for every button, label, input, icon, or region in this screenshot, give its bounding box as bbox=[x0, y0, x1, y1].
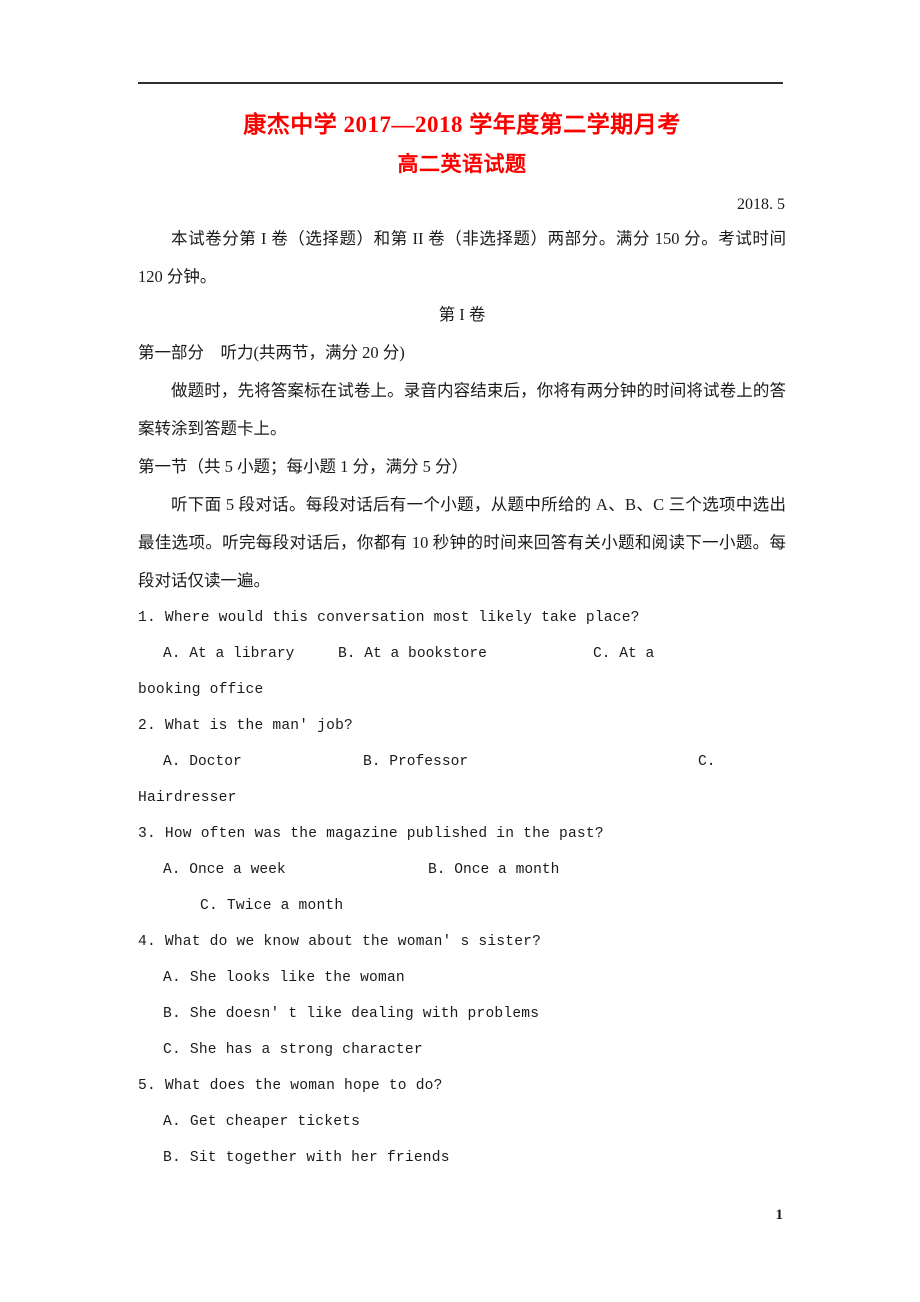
section-marker-juan-one: 第 I 卷 bbox=[438, 305, 486, 324]
question-1-option-c[interactable]: C. At a bbox=[593, 636, 654, 672]
document-date: 2018. 5 bbox=[737, 196, 785, 213]
question-1-options-row: A. At a library B. At a bookstore C. At … bbox=[138, 636, 786, 672]
part-one-instruction: 做题时，先将答案标在试卷上。录音内容结束后，你将有两分钟的时间将试卷上的答案转涂… bbox=[138, 381, 786, 438]
exam-paper-page: 康杰中学 2017—2018 学年度第二学期月考 高二英语试题 2018. 5 … bbox=[0, 0, 920, 1302]
question-3-stem: 3. How often was the magazine published … bbox=[138, 826, 604, 842]
question-2-options-row: A. Doctor B. Professor C. bbox=[138, 744, 786, 780]
page-subtitle: 高二英语试题 bbox=[397, 152, 527, 176]
question-5-stem: 5. What does the woman hope to do? bbox=[138, 1078, 443, 1094]
section-one-instruction: 听下面 5 段对话。每段对话后有一个小题，从题中所给的 A、B、C 三个选项中选… bbox=[138, 495, 786, 590]
question-3-option-c[interactable]: C. Twice a month bbox=[138, 888, 786, 924]
question-5-option-a[interactable]: A. Get cheaper tickets bbox=[138, 1104, 786, 1140]
part-one-heading: 第一部分 听力(共两节，满分 20 分) bbox=[138, 343, 405, 362]
page-number: 1 bbox=[775, 1207, 784, 1223]
document-content: 康杰中学 2017—2018 学年度第二学期月考 高二英语试题 2018. 5 … bbox=[138, 108, 786, 1176]
question-4: 4. What do we know about the woman' s si… bbox=[138, 924, 786, 1068]
question-2-option-c[interactable]: C. bbox=[698, 744, 716, 780]
question-4-option-a[interactable]: A. She looks like the woman bbox=[138, 960, 786, 996]
question-3-option-a[interactable]: A. Once a week bbox=[163, 852, 286, 888]
question-4-option-c[interactable]: C. She has a strong character bbox=[138, 1032, 786, 1068]
question-1-option-b[interactable]: B. At a bookstore bbox=[338, 636, 487, 672]
question-1: 1. Where would this conversation most li… bbox=[138, 600, 786, 708]
question-3-option-b[interactable]: B. Once a month bbox=[428, 852, 559, 888]
question-3: 3. How often was the magazine published … bbox=[138, 816, 786, 924]
question-5-option-b[interactable]: B. Sit together with her friends bbox=[138, 1140, 786, 1176]
question-2-option-b[interactable]: B. Professor bbox=[363, 744, 468, 780]
page-title: 康杰中学 2017—2018 学年度第二学期月考 bbox=[243, 112, 681, 137]
question-4-option-b[interactable]: B. She doesn' t like dealing with proble… bbox=[138, 996, 786, 1032]
question-2-stem: 2. What is the man' job? bbox=[138, 718, 353, 734]
question-1-stem: 1. Where would this conversation most li… bbox=[138, 610, 640, 626]
question-3-options-row: A. Once a week B. Once a month bbox=[138, 852, 786, 888]
section-one-heading: 第一节（共 5 小题；每小题 1 分，满分 5 分） bbox=[138, 457, 468, 476]
paper-structure-paragraph: 本试卷分第 I 卷（选择题）和第 II 卷（非选择题）两部分。满分 150 分。… bbox=[138, 229, 786, 286]
question-4-stem: 4. What do we know about the woman' s si… bbox=[138, 934, 542, 950]
header-divider-rule bbox=[138, 82, 783, 84]
question-2-option-a[interactable]: A. Doctor bbox=[163, 744, 242, 780]
question-1-option-a[interactable]: A. At a library bbox=[163, 636, 294, 672]
question-1-option-c-wrap[interactable]: booking office bbox=[138, 672, 786, 708]
question-2: 2. What is the man' job? A. Doctor B. Pr… bbox=[138, 708, 786, 816]
question-5: 5. What does the woman hope to do? A. Ge… bbox=[138, 1068, 786, 1176]
question-2-option-c-wrap[interactable]: Hairdresser bbox=[138, 780, 786, 816]
